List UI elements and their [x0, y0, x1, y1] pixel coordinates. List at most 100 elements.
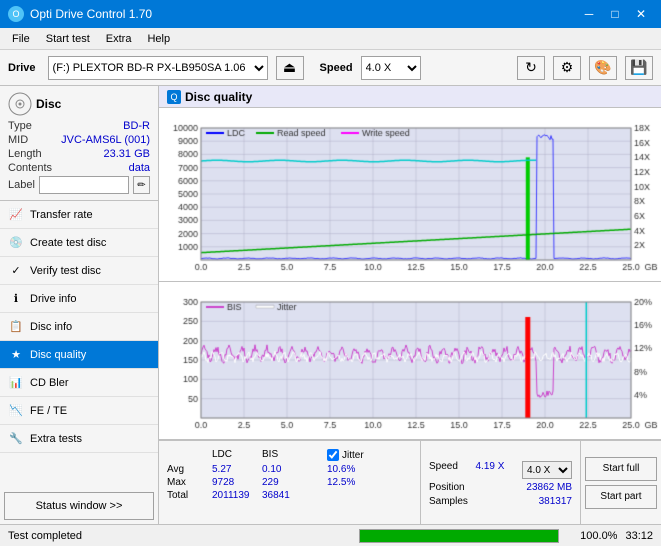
avg-label: Avg	[167, 464, 212, 475]
nav-create-test-disc[interactable]: 💿 Create test disc	[0, 229, 158, 257]
dq-header: Q Disc quality	[159, 86, 661, 108]
menu-extra[interactable]: Extra	[98, 31, 140, 47]
speed-select-container: 4.0 X	[522, 461, 572, 479]
progress-bar-fill	[360, 530, 558, 542]
disc-mid-value: JVC-AMS6L (001)	[61, 134, 150, 146]
drive-selector[interactable]: (F:) PLEXTOR BD-R PX-LB950SA 1.06	[48, 56, 268, 80]
disc-length-row: Length 23.31 GB	[8, 148, 150, 160]
jitter-label: Jitter	[342, 450, 364, 461]
disc-type-row: Type BD-R	[8, 120, 150, 132]
disc-type-value: BD-R	[123, 120, 150, 132]
maximize-button[interactable]: □	[603, 4, 627, 24]
status-time: 33:12	[625, 530, 653, 542]
nav-disc-quality-label: Disc quality	[30, 349, 86, 361]
avg-jitter: 10.6%	[327, 464, 387, 475]
transfer-rate-icon: 📈	[8, 207, 24, 223]
dq-title: Disc quality	[185, 90, 252, 104]
max-label: Max	[167, 477, 212, 488]
samples-row: Samples 381317	[429, 496, 572, 507]
progress-bar-container	[359, 529, 559, 543]
menu-file[interactable]: File	[4, 31, 38, 47]
nav-extra-tests[interactable]: 🔧 Extra tests	[0, 425, 158, 453]
nav-fe-te-label: FE / TE	[30, 405, 67, 417]
nav-cd-bler[interactable]: 📊 CD Bler	[0, 369, 158, 397]
disc-panel: Disc Type BD-R MID JVC-AMS6L (001) Lengt…	[0, 86, 158, 201]
menu-start-test[interactable]: Start test	[38, 31, 98, 47]
samples-label: Samples	[429, 496, 468, 507]
upper-chart-area	[159, 108, 661, 282]
nav-disc-info[interactable]: 📋 Disc info	[0, 313, 158, 341]
stats-total-row: Total 2011139 36841	[167, 490, 412, 501]
eject-button[interactable]: ⏏	[276, 56, 304, 80]
nav-verify-test-disc-label: Verify test disc	[30, 265, 101, 277]
start-full-button[interactable]: Start full	[585, 457, 657, 481]
menu-help[interactable]: Help	[139, 31, 178, 47]
upper-chart-canvas	[159, 108, 661, 278]
col-ldc-header: LDC	[212, 449, 262, 461]
disc-label-input[interactable]	[39, 176, 129, 194]
nav-extra-tests-label: Extra tests	[30, 433, 82, 445]
jitter-checkbox[interactable]	[327, 449, 339, 461]
nav-fe-te[interactable]: 📉 FE / TE	[0, 397, 158, 425]
disc-icon	[8, 92, 32, 116]
verify-test-disc-icon: ✓	[8, 263, 24, 279]
drive-info-icon: ℹ	[8, 291, 24, 307]
disc-mid-label: MID	[8, 134, 28, 146]
disc-label-row: Label ✏	[8, 176, 150, 194]
speed-selector-stats[interactable]: 4.0 X	[522, 461, 572, 479]
save-button[interactable]: 💾	[625, 56, 653, 80]
nav-create-test-disc-label: Create test disc	[30, 237, 106, 249]
speed-val: 4.19 X	[476, 461, 505, 479]
stats-header-row: LDC BIS Jitter	[167, 445, 412, 461]
theme-button[interactable]: 🎨	[589, 56, 617, 80]
disc-quality-icon: ★	[8, 347, 24, 363]
speed-row: Speed 4.19 X 4.0 X	[429, 461, 572, 479]
max-bis: 229	[262, 477, 307, 488]
speed-label2: Speed	[429, 461, 458, 479]
speed-selector[interactable]: 4.0 X	[361, 56, 421, 80]
status-window-button[interactable]: Status window >>	[4, 492, 154, 520]
stats-area: LDC BIS Jitter Avg 5.27 0.10	[159, 440, 661, 524]
stats-table: LDC BIS Jitter Avg 5.27 0.10	[159, 441, 420, 524]
total-ldc: 2011139	[212, 490, 262, 501]
dq-icon: Q	[167, 90, 181, 104]
disc-length-value: 23.31 GB	[104, 148, 150, 160]
refresh-button[interactable]: ↻	[517, 56, 545, 80]
nav-cd-bler-label: CD Bler	[30, 377, 69, 389]
drive-label: Drive	[8, 62, 36, 74]
content-area: Q Disc quality LDC	[159, 86, 661, 524]
app-title: Opti Drive Control 1.70	[30, 7, 152, 21]
sidebar: Disc Type BD-R MID JVC-AMS6L (001) Lengt…	[0, 86, 159, 524]
disc-label-btn[interactable]: ✏	[133, 176, 150, 194]
disc-length-label: Length	[8, 148, 42, 160]
total-jitter-empty	[327, 490, 387, 501]
minimize-button[interactable]: ─	[577, 4, 601, 24]
avg-spacer	[307, 464, 327, 475]
nav-transfer-rate[interactable]: 📈 Transfer rate	[0, 201, 158, 229]
position-row: Position 23862 MB	[429, 482, 572, 493]
avg-bis: 0.10	[262, 464, 307, 475]
nav-verify-test-disc[interactable]: ✓ Verify test disc	[0, 257, 158, 285]
config-button[interactable]: ⚙	[553, 56, 581, 80]
disc-contents-label: Contents	[8, 162, 52, 174]
nav-transfer-rate-label: Transfer rate	[30, 209, 93, 221]
disc-header: Disc	[8, 92, 150, 116]
fe-te-icon: 📉	[8, 403, 24, 419]
title-bar-left: O Opti Drive Control 1.70	[8, 6, 152, 22]
nav-drive-info[interactable]: ℹ Drive info	[0, 285, 158, 313]
nav-items: 📈 Transfer rate 💿 Create test disc ✓ Ver…	[0, 201, 158, 488]
charts-container	[159, 108, 661, 440]
status-text: Test completed	[8, 530, 351, 542]
start-part-button[interactable]: Start part	[585, 485, 657, 509]
close-button[interactable]: ✕	[629, 4, 653, 24]
total-bis: 36841	[262, 490, 307, 501]
window-controls: ─ □ ✕	[577, 4, 653, 24]
disc-contents-value: data	[129, 162, 150, 174]
nav-disc-quality[interactable]: ★ Disc quality	[0, 341, 158, 369]
disc-header-text: Disc	[36, 97, 61, 111]
status-bar: Test completed 100.0% 33:12	[0, 524, 661, 546]
disc-type-label: Type	[8, 120, 32, 132]
lower-chart-area	[159, 282, 661, 440]
action-buttons: Start full Start part	[580, 441, 661, 524]
disc-info-icon: 📋	[8, 319, 24, 335]
